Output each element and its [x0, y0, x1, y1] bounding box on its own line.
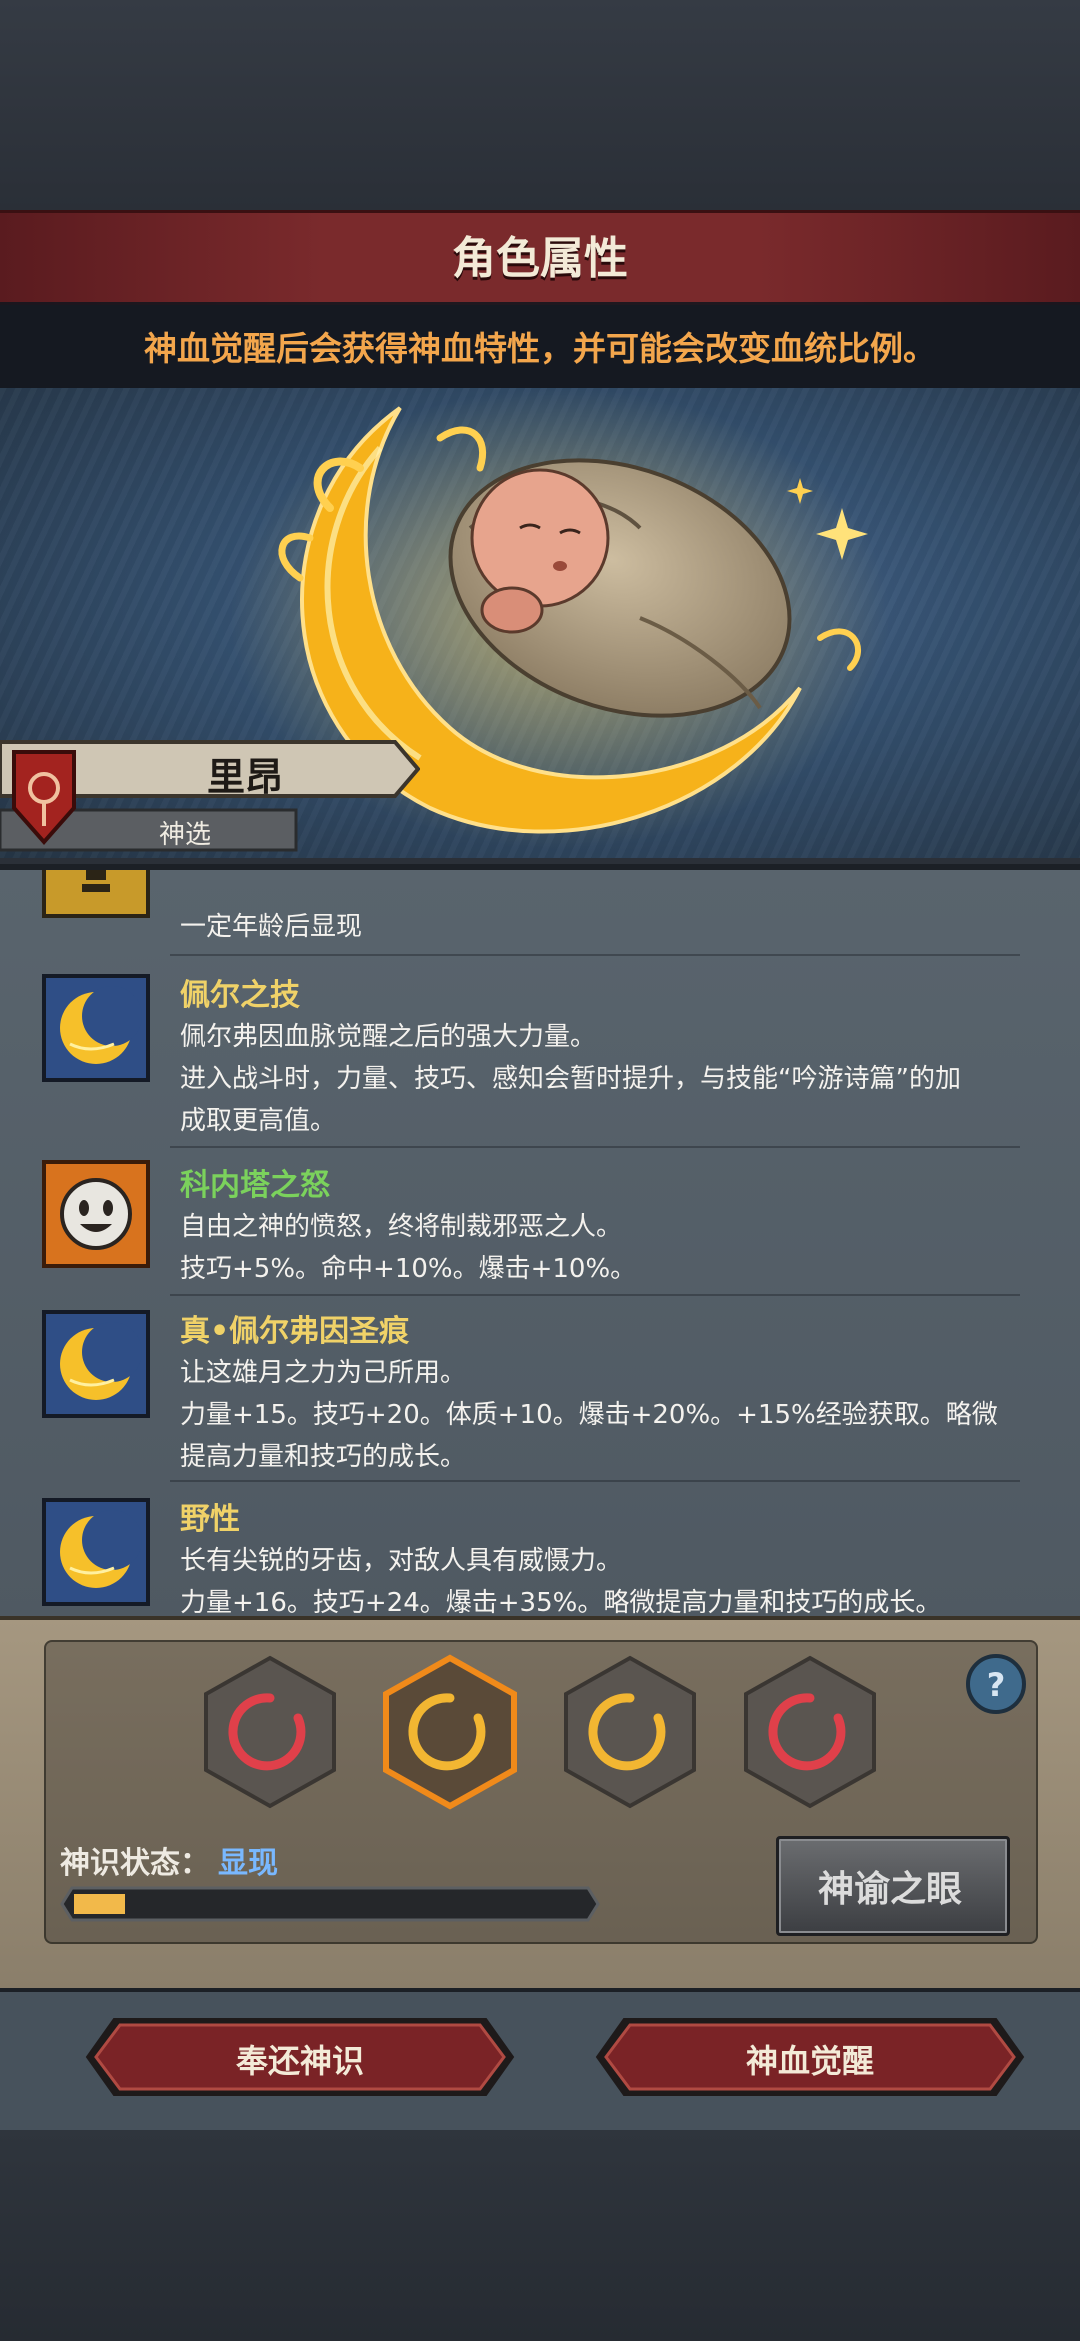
divider: [170, 954, 1020, 956]
return-divinity-label: 奉还神识: [235, 2042, 364, 2080]
state-value: 显现: [218, 1846, 278, 1881]
page-title: 角色属性: [452, 233, 628, 284]
top-background: [0, 0, 1080, 210]
question-mark-icon: ?: [987, 1666, 1006, 1704]
trait-desc: 长有尖锐的牙齿，对敌人具有威慑力。: [180, 1546, 623, 1576]
character-name: 里昂: [206, 755, 283, 799]
trait-title: 真•佩尔弗因圣痕: [180, 1314, 410, 1349]
trait-title: 野性: [180, 1502, 240, 1537]
trait-desc: 力量+15。技巧+20。体质+10。爆击+20%。+15%经验获取。略微: [180, 1400, 998, 1430]
blood-awaken-label: 神血觉醒: [745, 2042, 874, 2080]
moon-icon: [42, 1310, 150, 1418]
smiley-icon: [42, 1160, 150, 1268]
oracle-eye-label: 神谕之眼: [817, 1869, 962, 1910]
bloodline-slot-2[interactable]: [380, 1654, 520, 1810]
state-label: 神识状态：: [60, 1846, 210, 1881]
trait-desc: 佩尔弗因血脉觉醒之后的强大力量。: [180, 1022, 597, 1052]
moon-icon: [42, 1498, 150, 1606]
character-class: 神选: [158, 820, 211, 850]
trait-desc: 进入战斗时，力量、技巧、感知会暂时提升，与技能“吟游诗篇”的加: [180, 1064, 961, 1094]
tower-icon: [42, 870, 150, 918]
trait-desc: 提高力量和技巧的成长。: [180, 1442, 467, 1472]
trait-title: 佩尔之技: [180, 978, 300, 1013]
trait-desc: 自由之神的愤怒，终将制裁邪恶之人。: [180, 1212, 623, 1242]
bloodline-slot-1[interactable]: [200, 1654, 340, 1810]
trait-desc: 一定年龄后显现: [180, 912, 363, 942]
progress-fill: [74, 1894, 125, 1914]
trait-title: 科内塔之怒: [180, 1168, 330, 1203]
trait-desc: 让这雄月之力为己所用。: [180, 1358, 467, 1388]
divider: [170, 1294, 1020, 1296]
moon-icon: [42, 974, 150, 1082]
bloodline-slot-3[interactable]: [560, 1654, 700, 1810]
trait-list[interactable]: 一定年龄后显现 佩尔之技 佩尔弗因血脉觉醒之后的强大力量。 进入战斗时，力量、技…: [0, 864, 1080, 1622]
faction-shield-icon: [12, 750, 76, 846]
bloodline-slot-4[interactable]: [740, 1654, 880, 1810]
trait-desc: 力量+16。技巧+24。爆击+35%。略微提高力量和技巧的成长。: [180, 1588, 942, 1618]
awakening-progress-bar: [60, 1886, 600, 1922]
divider: [170, 1480, 1020, 1482]
page-subtitle: 神血觉醒后会获得神血特性，并可能会改变血统比例。: [144, 329, 936, 368]
trait-desc: 技巧+5%。命中+10%。爆击+10%。: [180, 1254, 637, 1284]
help-button[interactable]: ?: [964, 1652, 1028, 1716]
bottom-background: [0, 2130, 1080, 2341]
trait-desc: 成取更高值。: [180, 1106, 337, 1136]
divider: [170, 1146, 1020, 1148]
